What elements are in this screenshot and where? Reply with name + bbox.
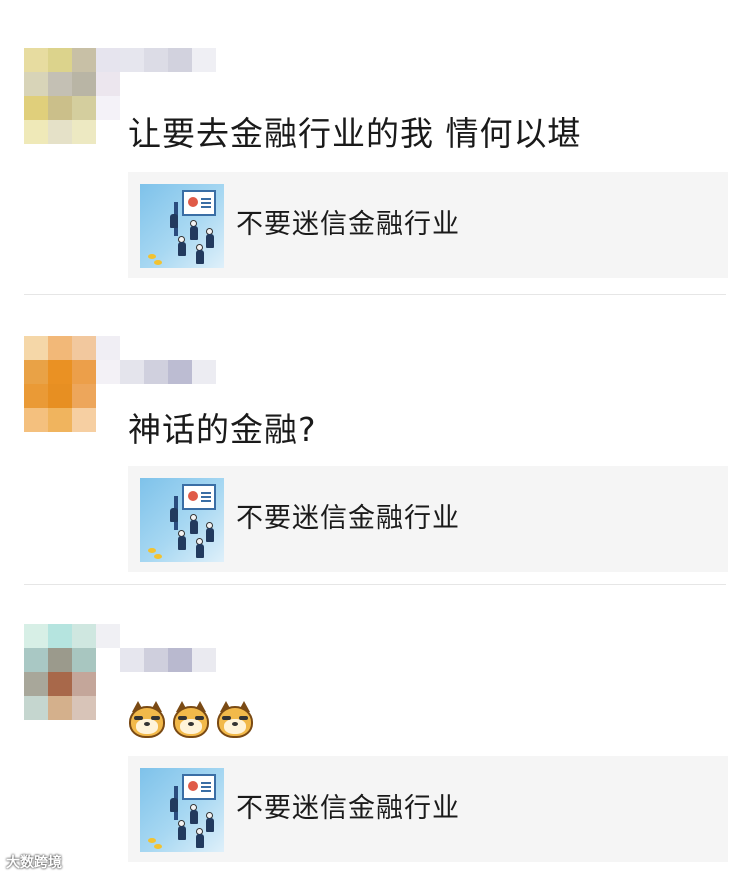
finance-meeting-icon — [140, 184, 224, 268]
username-blurred[interactable] — [120, 648, 216, 672]
share-card[interactable]: 不要迷信金融行业 — [128, 172, 728, 278]
divider — [24, 584, 726, 585]
avatar[interactable] — [24, 48, 120, 144]
comment-text: 神话的金融? — [128, 410, 317, 449]
share-card-title: 不要迷信金融行业 — [236, 209, 460, 240]
finance-meeting-icon — [140, 768, 224, 852]
doge-emoji-icon — [172, 700, 210, 739]
username-blurred[interactable] — [120, 360, 216, 384]
share-card-title: 不要迷信金融行业 — [236, 503, 460, 534]
watermark-logo: 大数跨境 — [6, 855, 62, 871]
finance-meeting-icon — [140, 478, 224, 562]
divider — [24, 294, 726, 295]
share-card-title: 不要迷信金融行业 — [236, 793, 460, 824]
share-card[interactable]: 不要迷信金融行业 — [128, 466, 728, 572]
doge-emoji-icon — [128, 700, 166, 739]
share-card[interactable]: 不要迷信金融行业 — [128, 756, 728, 862]
emoji-comment — [128, 698, 260, 739]
avatar[interactable] — [24, 624, 120, 720]
comment-text: 让要去金融行业的我 情何以堪 — [128, 114, 582, 153]
username-blurred[interactable] — [120, 48, 216, 72]
avatar[interactable] — [24, 336, 120, 432]
doge-emoji-icon — [216, 700, 254, 739]
